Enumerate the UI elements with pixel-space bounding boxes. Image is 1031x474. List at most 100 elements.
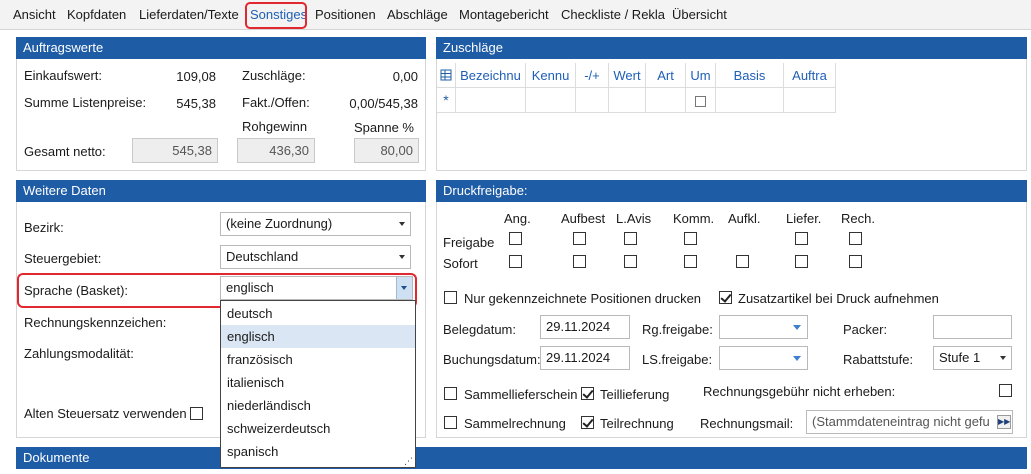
col-header-art[interactable]: Art	[646, 63, 686, 88]
tab-positionen[interactable]: Positionen	[315, 7, 376, 22]
summe-value: 545,38	[176, 96, 216, 111]
table-cell[interactable]	[526, 88, 576, 113]
freigabe-komm-checkbox[interactable]	[684, 232, 697, 245]
sofort-liefer-checkbox[interactable]	[795, 255, 808, 268]
resize-grip-icon[interactable]: ⋰	[404, 456, 413, 467]
rechnungsmail-field[interactable]: (Stammdateneintrag nicht gefu	[806, 410, 1013, 434]
col-header-bezeichnung[interactable]: Bezeichnu	[456, 63, 526, 88]
table-cell[interactable]	[609, 88, 646, 113]
fast-forward-icon[interactable]: ▶▶	[997, 415, 1011, 429]
teilrechnung-label: Teilrechnung	[600, 416, 674, 431]
steuergebiet-value: Deutschland	[226, 249, 299, 264]
gesamt-label: Gesamt netto:	[24, 144, 106, 159]
freigabe-lavis-checkbox[interactable]	[624, 232, 637, 245]
bezirk-select[interactable]: (keine Zuordnung)	[220, 212, 411, 236]
alten-steuersatz-label: Alten Steuersatz verwenden	[24, 406, 187, 421]
zusatzartikel-label: Zusatzartikel bei Druck aufnehmen	[738, 291, 939, 306]
teilrechnung-checkbox[interactable]	[581, 416, 594, 429]
um-checkbox[interactable]	[695, 96, 706, 107]
teillieferung-checkbox[interactable]	[581, 387, 594, 400]
spanne-label: Spanne %	[354, 120, 414, 135]
rechnungsmail-label: Rechnungsmail:	[700, 416, 794, 431]
col-header-wert[interactable]: Wert	[609, 63, 646, 88]
table-cell[interactable]	[686, 88, 716, 113]
list-item[interactable]: deutsch	[221, 302, 415, 325]
einkaufswert-value: 109,08	[176, 69, 216, 84]
sammellieferschein-checkbox[interactable]	[444, 387, 457, 400]
list-item[interactable]: niederländisch	[221, 394, 415, 417]
freigabe-ang-checkbox[interactable]	[509, 232, 522, 245]
belegdatum-field[interactable]: 29.11.2024	[540, 315, 630, 339]
nur-gekennzeichnete-label: Nur gekennzeichnete Positionen drucken	[464, 291, 702, 306]
sofort-aufkl-checkbox[interactable]	[736, 255, 749, 268]
table-cell[interactable]	[784, 88, 836, 113]
steuergebiet-select[interactable]: Deutschland	[220, 245, 411, 269]
zusatzartikel-checkbox[interactable]	[719, 291, 732, 304]
table-settings-icon[interactable]	[437, 63, 456, 88]
sammelrechnung-checkbox[interactable]	[444, 416, 457, 429]
rechnungsgebuehr-label: Rechnungsgebühr nicht erheben:	[703, 384, 896, 399]
buchungsdatum-label: Buchungsdatum:	[443, 352, 541, 367]
chevron-down-icon	[399, 222, 405, 226]
sammellieferschein-label: Sammellieferschein	[464, 387, 578, 402]
list-item[interactable]: französisch	[221, 348, 415, 371]
summe-label: Summe Listenpreise:	[24, 95, 147, 110]
tab-lieferdaten[interactable]: Lieferdaten/Texte	[139, 7, 239, 22]
zuschlaege-label: Zuschläge:	[242, 68, 306, 83]
alten-steuersatz-checkbox[interactable]	[190, 407, 203, 420]
col-rech: Rech.	[841, 211, 875, 226]
rgfreigabe-label: Rg.freigabe:	[642, 322, 713, 337]
tab-bar: Ansicht Kopfdaten Lieferdaten/Texte Sons…	[0, 0, 1031, 30]
sofort-komm-checkbox[interactable]	[684, 255, 697, 268]
tab-montagebericht[interactable]: Montagebericht	[459, 7, 549, 22]
table-cell[interactable]	[456, 88, 526, 113]
nur-gekennzeichnete-checkbox[interactable]	[444, 291, 457, 304]
list-item[interactable]: schweizerdeutsch	[221, 417, 415, 440]
steuergebiet-label: Steuergebiet:	[24, 251, 102, 266]
tab-ansicht[interactable]: Ansicht	[13, 7, 56, 22]
col-liefer: Liefer.	[786, 211, 822, 226]
lsfreigabe-label: LS.freigabe:	[642, 352, 713, 367]
belegdatum-label: Belegdatum:	[443, 322, 516, 337]
rabattstufe-select[interactable]: Stufe 1	[933, 346, 1012, 370]
freigabe-aufbest-checkbox[interactable]	[573, 232, 586, 245]
sofort-ang-checkbox[interactable]	[509, 255, 522, 268]
lsfreigabe-select[interactable]	[719, 346, 808, 370]
col-header-um[interactable]: Um	[686, 63, 716, 88]
sammelrechnung-label: Sammelrechnung	[464, 416, 566, 431]
freigabe-rech-checkbox[interactable]	[849, 232, 862, 245]
rechnungsmail-value: (Stammdateneintrag nicht gefu	[812, 414, 990, 429]
spanne-field: 80,00	[354, 138, 419, 163]
col-header-auftrag[interactable]: Auftra	[784, 63, 836, 88]
sofort-rech-checkbox[interactable]	[849, 255, 862, 268]
packer-input[interactable]	[933, 315, 1012, 339]
buchungsdatum-field[interactable]: 29.11.2024	[540, 346, 630, 370]
col-aufbest: Aufbest	[561, 211, 606, 226]
tab-abschlaege[interactable]: Abschläge	[387, 7, 448, 22]
rohgewinn-label: Rohgewinn	[242, 119, 308, 134]
rechnungskennzeichen-label: Rechnungskennzeichen:	[24, 315, 167, 330]
col-header-vorzeichen[interactable]: -/+	[576, 63, 609, 88]
list-item[interactable]: englisch	[221, 325, 415, 348]
tab-uebersicht[interactable]: Übersicht	[672, 7, 727, 22]
freigabe-liefer-checkbox[interactable]	[795, 232, 808, 245]
list-item[interactable]: italienisch	[221, 371, 415, 394]
sofort-label: Sofort	[443, 256, 478, 271]
belegdatum-value: 29.11.2024	[546, 319, 611, 334]
col-header-kennung[interactable]: Kennu	[526, 63, 576, 88]
rgfreigabe-select[interactable]	[719, 315, 808, 339]
col-lavis: L.Avis	[616, 211, 652, 226]
table-cell[interactable]	[646, 88, 686, 113]
dokumente-header: Dokumente	[16, 447, 1027, 469]
list-item[interactable]: spanisch	[221, 440, 415, 463]
tab-highlight-marker	[245, 2, 307, 29]
rechnungsgebuehr-checkbox[interactable]	[999, 384, 1012, 397]
tab-checkliste[interactable]: Checkliste / Rekla	[561, 7, 665, 22]
table-cell[interactable]	[716, 88, 784, 113]
new-row-marker: *	[437, 88, 456, 113]
table-cell[interactable]	[576, 88, 609, 113]
sofort-aufbest-checkbox[interactable]	[573, 255, 586, 268]
col-header-basis[interactable]: Basis	[716, 63, 784, 88]
tab-kopfdaten[interactable]: Kopfdaten	[67, 7, 126, 22]
sofort-lavis-checkbox[interactable]	[624, 255, 637, 268]
